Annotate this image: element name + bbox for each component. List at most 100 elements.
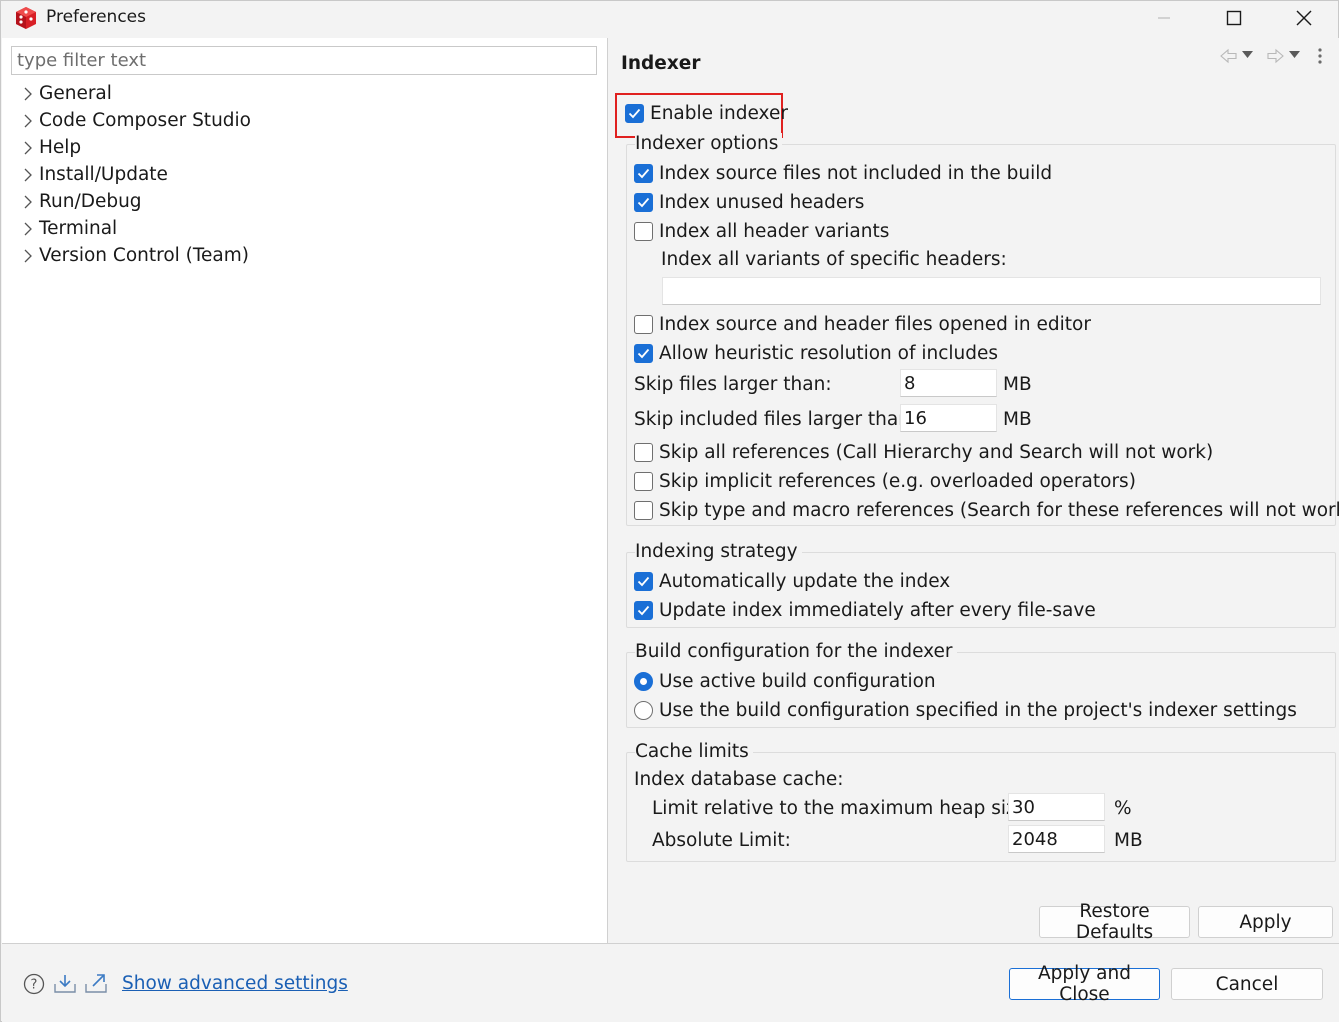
chevron-right-icon[interactable]: [18, 192, 38, 212]
tree-item-general[interactable]: General: [2, 80, 602, 107]
use-active-config-radio[interactable]: Use active build configuration: [634, 671, 936, 692]
checkbox-checked-icon[interactable]: [634, 601, 653, 620]
absolute-limit-unit: MB: [1114, 830, 1143, 851]
heuristic-includes-checkbox[interactable]: Allow heuristic resolution of includes: [634, 343, 998, 364]
tree-item-label: Terminal: [39, 218, 118, 239]
unused-headers-checkbox[interactable]: Index unused headers: [634, 192, 864, 213]
option-label: Skip implicit references (e.g. overloade…: [659, 471, 1136, 492]
cache-limits-title: Cache limits: [635, 741, 753, 763]
tree-item-code-composer-studio[interactable]: Code Composer Studio: [2, 107, 602, 134]
window-title: Preferences: [46, 7, 146, 27]
indexing-strategy-title: Indexing strategy: [635, 541, 802, 563]
option-label: Use the build configuration specified in…: [659, 700, 1297, 721]
apply-and-close-button[interactable]: Apply and Close: [1009, 963, 1160, 1005]
chevron-right-icon[interactable]: [18, 111, 38, 131]
option-label: Automatically update the index: [659, 571, 951, 592]
help-icon[interactable]: ?: [22, 972, 46, 996]
dialog-footer: ? Show advanced settings Apply and Close…: [2, 944, 1339, 1022]
filter-input[interactable]: [11, 46, 597, 75]
skip-type-macro-references-checkbox[interactable]: Skip type and macro references (Search f…: [634, 500, 1339, 521]
tree-item-label: Version Control (Team): [39, 245, 249, 266]
apply-button[interactable]: Apply: [1198, 906, 1333, 938]
update-on-save-checkbox[interactable]: Update index immediately after every fil…: [634, 600, 1096, 621]
show-advanced-settings-link[interactable]: Show advanced settings: [122, 973, 348, 994]
forward-arrow-icon[interactable]: [1266, 48, 1284, 64]
tree-item-label: Help: [39, 137, 82, 158]
import-icon[interactable]: [53, 972, 77, 996]
use-project-config-radio[interactable]: Use the build configuration specified in…: [634, 700, 1297, 721]
checkbox-unchecked-icon[interactable]: [634, 315, 653, 334]
minimize-button[interactable]: [1129, 1, 1199, 35]
checkbox-unchecked-icon[interactable]: [634, 501, 653, 520]
more-options-icon[interactable]: [1317, 47, 1323, 65]
maximize-button[interactable]: [1199, 1, 1269, 35]
chevron-right-icon[interactable]: [18, 246, 38, 266]
chevron-right-icon[interactable]: [18, 165, 38, 185]
source-not-in-build-checkbox[interactable]: Index source files not included in the b…: [634, 163, 1052, 184]
page-nav-toolbar: [1220, 48, 1335, 70]
skip-files-larger-unit: MB: [1003, 374, 1032, 395]
preferences-window: Preferences General Code Composer: [0, 0, 1339, 1022]
checkbox-unchecked-icon[interactable]: [634, 472, 653, 491]
restore-defaults-button[interactable]: Restore Defaults: [1039, 901, 1190, 943]
option-label: Index unused headers: [659, 192, 865, 213]
auto-update-checkbox[interactable]: Automatically update the index: [634, 571, 950, 592]
absolute-limit-label: Absolute Limit:: [652, 830, 791, 851]
relative-limit-input[interactable]: [1008, 793, 1105, 821]
radio-selected-icon[interactable]: [634, 672, 653, 691]
back-menu-dropdown-icon[interactable]: [1242, 51, 1253, 59]
back-arrow-icon[interactable]: [1220, 48, 1238, 64]
tree-item-install-update[interactable]: Install/Update: [2, 161, 602, 188]
build-config-group: Build configuration for the indexer Use …: [626, 641, 1336, 728]
indexer-options-title: Indexer options: [635, 133, 783, 155]
tree-item-label: Install/Update: [39, 164, 168, 185]
all-header-variants-checkbox[interactable]: Index all header variants: [634, 221, 889, 242]
skip-included-larger-unit: MB: [1003, 409, 1032, 430]
indexing-strategy-group: Indexing strategy Automatically update t…: [626, 541, 1336, 628]
option-label: Index source and header files opened in …: [659, 314, 1091, 335]
checkbox-checked-icon[interactable]: [634, 572, 653, 591]
option-label: Index source files not included in the b…: [659, 163, 1053, 184]
checkbox-checked-icon[interactable]: [625, 104, 644, 123]
radio-unselected-icon[interactable]: [634, 701, 653, 720]
checkbox-unchecked-icon[interactable]: [634, 443, 653, 462]
specific-headers-input[interactable]: [662, 277, 1321, 305]
skip-implicit-references-checkbox[interactable]: Skip implicit references (e.g. overloade…: [634, 471, 1136, 492]
forward-menu-dropdown-icon[interactable]: [1289, 51, 1300, 59]
checkbox-checked-icon[interactable]: [634, 164, 653, 183]
absolute-limit-input[interactable]: [1008, 825, 1105, 853]
skip-all-references-checkbox[interactable]: Skip all references (Call Hierarchy and …: [634, 442, 1213, 463]
skip-files-larger-input[interactable]: [900, 369, 997, 397]
option-label: Allow heuristic resolution of includes: [659, 343, 999, 364]
chevron-right-icon[interactable]: [18, 84, 38, 104]
specific-headers-label: Index all variants of specific headers:: [661, 249, 1007, 270]
option-label: Skip type and macro references (Search f…: [659, 500, 1339, 521]
chevron-right-icon[interactable]: [18, 219, 38, 239]
skip-files-larger-label: Skip files larger than:: [634, 374, 832, 395]
checkbox-checked-icon[interactable]: [634, 193, 653, 212]
close-button[interactable]: [1269, 1, 1339, 35]
enable-indexer-checkbox[interactable]: Enable indexer: [625, 103, 788, 124]
tree-item-terminal[interactable]: Terminal: [2, 215, 602, 242]
indexer-options-group: Indexer options Index source files not i…: [626, 133, 1339, 526]
build-config-title: Build configuration for the indexer: [635, 641, 957, 663]
skip-included-larger-label: Skip included files larger than:: [634, 409, 917, 430]
tree-item-run-debug[interactable]: Run/Debug: [2, 188, 602, 215]
tree-item-label: Code Composer Studio: [39, 110, 251, 131]
ccs-red-cube-icon: [13, 5, 39, 31]
checkbox-unchecked-icon[interactable]: [634, 222, 653, 241]
option-label: Skip all references (Call Hierarchy and …: [659, 442, 1214, 463]
svg-text:?: ?: [31, 978, 38, 993]
cancel-button[interactable]: Cancel: [1171, 968, 1323, 1000]
tree-item-version-control[interactable]: Version Control (Team): [2, 242, 602, 269]
checkbox-checked-icon[interactable]: [634, 344, 653, 363]
tree-item-help[interactable]: Help: [2, 134, 602, 161]
indexer-page: Indexer Enable indexer Indexer options I…: [608, 38, 1339, 943]
option-label: Update index immediately after every fil…: [659, 600, 1096, 621]
enable-indexer-label: Enable indexer: [650, 103, 788, 124]
preference-tree: General Code Composer Studio Help Instal…: [2, 80, 602, 269]
chevron-right-icon[interactable]: [18, 138, 38, 158]
skip-included-larger-input[interactable]: [900, 404, 997, 432]
opened-in-editor-checkbox[interactable]: Index source and header files opened in …: [634, 314, 1091, 335]
export-icon[interactable]: [84, 972, 108, 996]
